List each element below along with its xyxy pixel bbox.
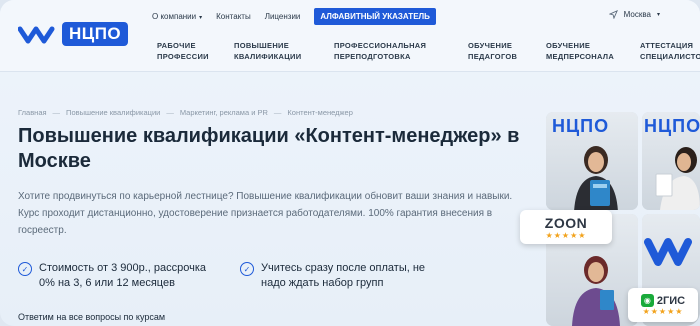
breadcrumb-marketing[interactable]: Маркетинг, реклама и PR — [180, 108, 268, 117]
breadcrumb-qualification[interactable]: Повышение квалификации — [66, 108, 160, 117]
city-selector[interactable]: Москва ▾ — [608, 10, 660, 19]
student-figure — [574, 146, 618, 210]
logo-wave-icon — [18, 26, 55, 44]
nav-working-professions[interactable]: РАБОЧИЕ ПРОФЕССИИ — [157, 40, 209, 62]
rating-stars: ★★★★★ — [545, 230, 587, 240]
benefit-price: ✓ Стоимость от 3 900р., рассрочка 0% на 3… — [18, 261, 206, 291]
page-title: Повышение квалификации «Контент-менеджер… — [18, 125, 520, 172]
2gis-rating-badge[interactable]: ◉ 2ГИС ★★★★★ — [628, 288, 698, 322]
alphabet-index-button[interactable]: АЛФАВИТНЫЙ УКАЗАТЕЛЬ — [314, 8, 436, 25]
zoon-logo: ZOON — [544, 214, 588, 231]
site-header: НЦПО О компании ▾ Контакты Лицензии АЛФАВ… — [0, 0, 700, 72]
2gis-map-icon: ◉ — [640, 294, 654, 307]
breadcrumb-separator: — — [52, 108, 61, 117]
nav-retraining[interactable]: ПРОФЕССИОНАЛЬНАЯ ПЕРЕПОДГОТОВКА — [334, 40, 426, 62]
breadcrumb-separator: — — [273, 108, 282, 117]
student-photo: НЦПО — [546, 112, 638, 210]
nav-qualification[interactable]: ПОВЫШЕНИЕ КВАЛИФИКАЦИИ — [234, 40, 301, 62]
chevron-down-icon: ▾ — [199, 15, 203, 21]
breadcrumb-home[interactable]: Главная — [18, 108, 47, 117]
city-label: Москва — [623, 10, 651, 19]
site-logo[interactable]: НЦПО — [18, 22, 129, 46]
breadcrumb: Главная — Повышение квалификации — Марке… — [18, 108, 353, 117]
top-nav: О компании ▾ Контакты Лицензии АЛФАВИТНЫЙ… — [152, 8, 436, 25]
breadcrumb-separator: — — [166, 108, 174, 117]
nav-teachers[interactable]: ОБУЧЕНИЕ ПЕДАГОГОВ — [468, 40, 517, 62]
nav-licenses[interactable]: Лицензии — [265, 12, 301, 21]
nav-contacts[interactable]: Контакты — [216, 12, 251, 21]
2gis-logo: 2ГИС — [656, 294, 686, 307]
student-photo: НЦПО — [642, 112, 700, 210]
photo-sign: НЦПО — [552, 116, 610, 136]
location-arrow-icon — [608, 10, 618, 19]
nav-attestation[interactable]: АТТЕСТАЦИЯСПЕЦИАЛИСТОВ — [640, 40, 700, 62]
check-circle-icon: ✓ — [240, 262, 254, 276]
course-description: Хотите продвинуться по карьерной лестниц… — [18, 191, 513, 236]
rating-stars: ★★★★★ — [642, 307, 684, 316]
faq-prompt: Ответим на все вопросы по курсам — [18, 312, 166, 322]
chevron-down-icon: ▾ — [656, 12, 660, 18]
breadcrumb-current: Контент-менеджер — [287, 108, 353, 117]
zoon-rating-badge[interactable]: ZOON ★★★★★ — [520, 210, 612, 244]
logo-wave-icon — [644, 238, 692, 266]
check-circle-icon: ✓ — [18, 262, 32, 276]
student-figure — [572, 256, 620, 326]
nav-medical[interactable]: ОБУЧЕНИЕ МЕДПЕРСОНАЛА — [546, 40, 614, 62]
logo-text: НЦПО — [62, 22, 129, 46]
page: НЦПО О компании ▾ Контакты Лицензии АЛФАВ… — [0, 0, 700, 326]
student-figure — [655, 147, 700, 210]
photo-sign: НЦПО — [644, 116, 700, 136]
benefit-start: ✓ Учитесь сразу после оплаты, не надо жда… — [240, 261, 425, 291]
nav-about[interactable]: О компании ▾ — [152, 12, 202, 21]
